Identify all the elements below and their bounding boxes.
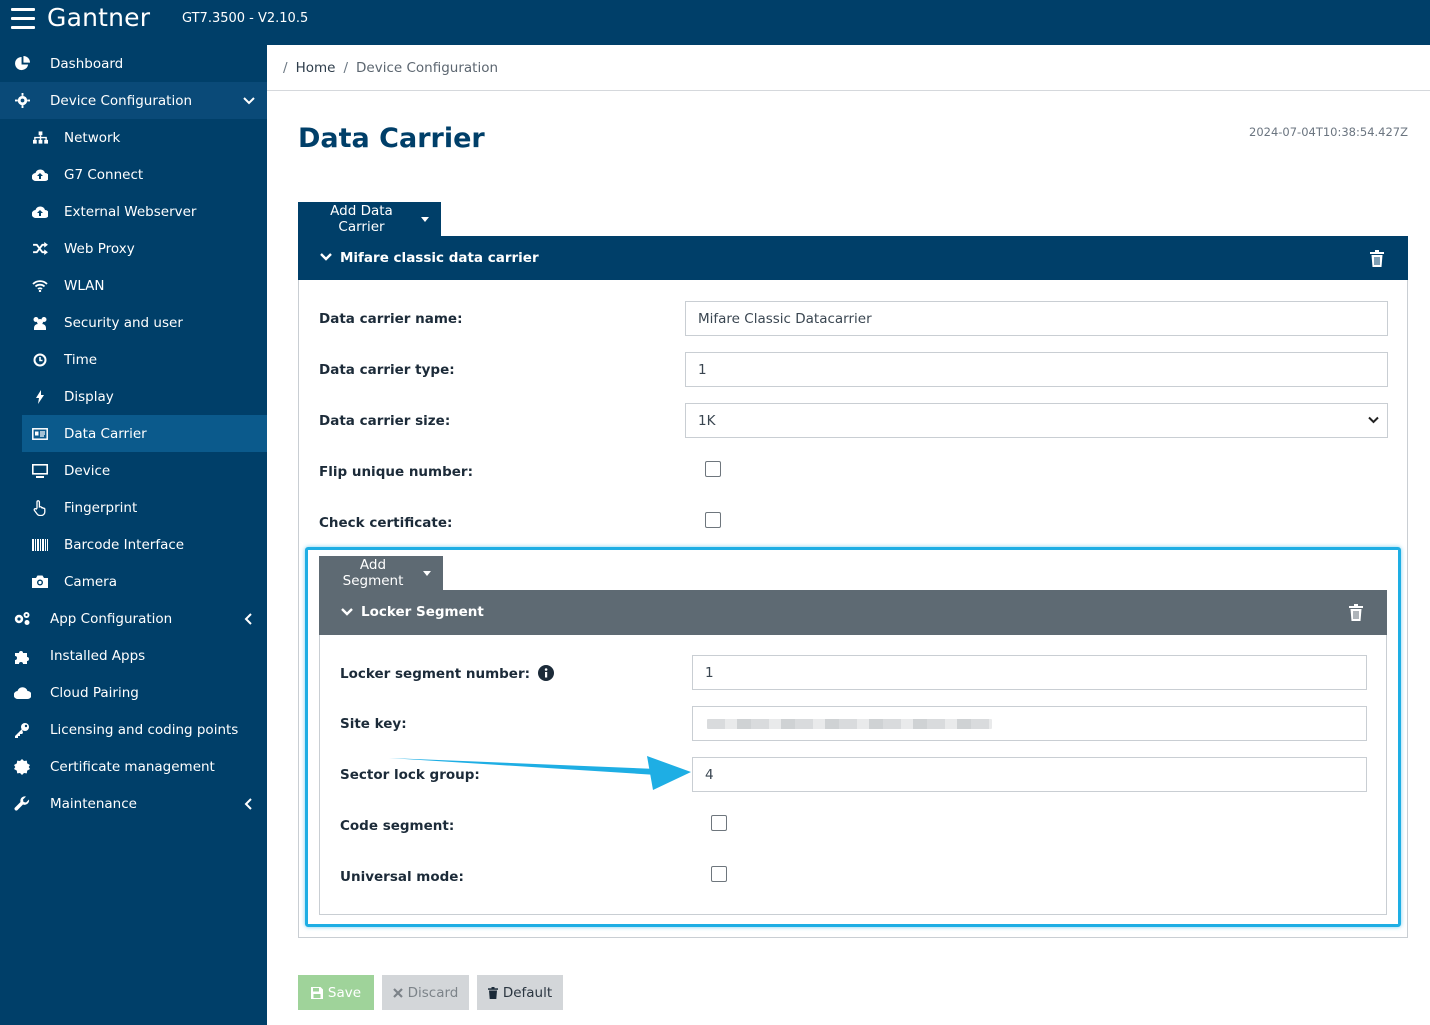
bolt-icon: [31, 388, 49, 406]
trash-icon[interactable]: [1370, 250, 1384, 267]
carrier-size-label: Data carrier size:: [319, 413, 451, 429]
check-certificate-checkbox[interactable]: [705, 512, 721, 528]
cloud-icon: [13, 684, 31, 702]
discard-button[interactable]: Discard: [382, 975, 469, 1010]
key-icon: [13, 721, 31, 739]
trash-icon[interactable]: [1349, 604, 1363, 621]
default-button[interactable]: Default: [477, 975, 563, 1010]
chevron-down-icon: [341, 608, 353, 616]
sidebar-item-maintenance[interactable]: Maintenance: [0, 785, 267, 822]
clock-icon: [31, 351, 49, 369]
wifi-icon: [31, 277, 49, 295]
chevron-down-icon: [320, 253, 332, 261]
sidebar-item-time[interactable]: Time: [22, 341, 267, 378]
floppy-icon: [310, 986, 323, 999]
certificate-icon: [13, 758, 31, 776]
code-segment-label: Code segment:: [340, 818, 455, 834]
add-data-carrier-button[interactable]: Add Data Carrier: [298, 202, 441, 236]
sidebar-item-external-webserver[interactable]: External Webserver: [22, 193, 267, 230]
shuffle-icon: [31, 240, 49, 258]
wrench-icon: [13, 795, 31, 813]
id-card-icon: [31, 425, 49, 443]
carrier-type-input[interactable]: 1: [685, 352, 1388, 387]
caret-down-icon: [421, 216, 429, 222]
firmware-version: GT7.3500 - V2.10.5: [182, 11, 309, 26]
blurred-site-key: [707, 719, 992, 729]
flip-unique-number-checkbox[interactable]: [705, 461, 721, 477]
page-title: Data Carrier: [298, 123, 485, 154]
cloud-upload-icon: [31, 203, 49, 221]
carrier-card-header[interactable]: Mifare classic data carrier: [298, 236, 1408, 280]
locker-segment-header[interactable]: Locker Segment: [319, 590, 1387, 635]
network-icon: [31, 129, 49, 147]
sidebar-item-camera[interactable]: Camera: [22, 563, 267, 600]
gear-icon: [13, 92, 31, 110]
puzzle-icon: [13, 647, 31, 665]
add-segment-button[interactable]: Add Segment: [319, 556, 443, 590]
code-segment-checkbox[interactable]: [711, 815, 727, 831]
sidebar-item-wlan[interactable]: WLAN: [22, 267, 267, 304]
sidebar-item-security-and-user[interactable]: Security and user: [22, 304, 267, 341]
universal-mode-label: Universal mode:: [340, 869, 464, 885]
universal-mode-checkbox[interactable]: [711, 866, 727, 882]
chevron-left-icon: [244, 797, 252, 810]
sidebar-item-fingerprint[interactable]: Fingerprint: [22, 489, 267, 526]
sidebar-item-g7-connect[interactable]: G7 Connect: [22, 156, 267, 193]
sidebar-item-device-configuration[interactable]: Device Configuration: [0, 82, 267, 119]
carrier-name-label: Data carrier name:: [319, 311, 463, 327]
breadcrumb-home-link[interactable]: Home: [296, 60, 336, 76]
sidebar-item-web-proxy[interactable]: Web Proxy: [22, 230, 267, 267]
locker-segment-number-input[interactable]: 1: [692, 655, 1367, 690]
locker-segment-number-label: Locker segment number:: [340, 665, 554, 682]
timestamp: 2024-07-04T10:38:54.427Z: [1249, 125, 1408, 139]
sidebar-item-certificate-management[interactable]: Certificate management: [0, 748, 267, 785]
breadcrumb-current: Device Configuration: [356, 59, 499, 76]
gears-icon: [13, 610, 31, 628]
info-icon[interactable]: [537, 665, 554, 681]
sidebar-item-network[interactable]: Network: [22, 119, 267, 156]
sidebar-item-installed-apps[interactable]: Installed Apps: [0, 637, 267, 674]
trash-icon: [487, 986, 498, 999]
barcode-icon: [31, 536, 49, 554]
top-bar: Gantner GT7.3500 - V2.10.5: [0, 0, 1430, 45]
chevron-down-icon: [243, 96, 255, 104]
sector-lock-group-input[interactable]: 4: [692, 757, 1367, 792]
sidebar-item-data-carrier[interactable]: Data Carrier: [22, 415, 267, 452]
sidebar-item-display[interactable]: Display: [22, 378, 267, 415]
save-button[interactable]: Save: [298, 975, 374, 1010]
chevron-left-icon: [244, 612, 252, 625]
site-key-input[interactable]: [692, 706, 1367, 741]
breadcrumb: / Home / Device Configuration: [267, 45, 1430, 91]
sidebar-item-dashboard[interactable]: Dashboard: [0, 45, 267, 82]
sidebar-item-licensing[interactable]: Licensing and coding points: [0, 711, 267, 748]
sidebar: Dashboard Device Configuration Network G…: [0, 45, 267, 1025]
carrier-type-label: Data carrier type:: [319, 362, 455, 378]
monitor-icon: [31, 462, 49, 480]
flip-unique-number-label: Flip unique number:: [319, 464, 473, 480]
close-icon: [392, 987, 403, 998]
caret-down-icon: [423, 570, 431, 576]
carrier-name-input[interactable]: Mifare Classic Datacarrier: [685, 301, 1388, 336]
carrier-size-select[interactable]: 1K: [685, 403, 1388, 438]
annotation-arrow-icon: [389, 756, 691, 790]
sidebar-item-app-configuration[interactable]: App Configuration: [0, 600, 267, 637]
camera-icon: [31, 573, 49, 591]
users-icon: [31, 314, 49, 332]
brand-logo: Gantner: [47, 3, 151, 32]
chevron-down-icon: [1368, 416, 1379, 424]
sidebar-item-device[interactable]: Device: [22, 452, 267, 489]
hand-pointer-icon: [31, 499, 49, 517]
site-key-label: Site key:: [340, 716, 407, 732]
cloud-upload-icon: [31, 166, 49, 184]
sidebar-item-cloud-pairing[interactable]: Cloud Pairing: [0, 674, 267, 711]
pie-chart-icon: [13, 55, 31, 73]
menu-toggle-icon[interactable]: [11, 8, 35, 30]
sidebar-item-barcode-interface[interactable]: Barcode Interface: [22, 526, 267, 563]
check-certificate-label: Check certificate:: [319, 515, 453, 531]
